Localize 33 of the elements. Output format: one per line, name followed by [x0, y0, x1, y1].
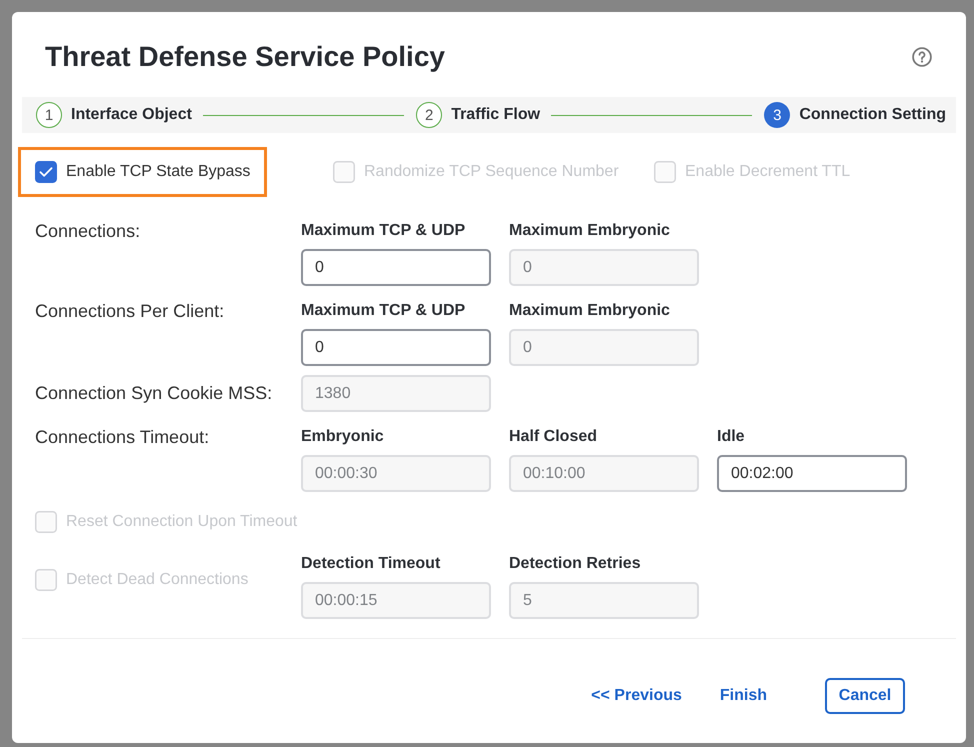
checkbox-label: Reset Connection Upon Timeout — [66, 513, 298, 531]
row-label: Connections: — [35, 221, 142, 241]
field-label: Detection Retries — [509, 554, 642, 574]
text-field[interactable]: 0 — [301, 329, 491, 366]
text-field[interactable]: 00:02:00 — [717, 455, 907, 492]
field-label: Embryonic — [301, 427, 385, 447]
step-label: Interface Object — [71, 106, 192, 124]
row-label: Connections Per Client: — [35, 301, 226, 321]
checkbox-label: Randomize TCP Sequence Number — [364, 163, 619, 181]
help-icon[interactable] — [912, 47, 932, 67]
dialog-title: Threat Defense Service Policy — [45, 41, 445, 73]
field-label: Maximum Embryonic — [509, 301, 671, 321]
finish-link[interactable]: Finish — [720, 687, 767, 705]
step-label: Connection Setting — [799, 106, 946, 124]
checkbox[interactable] — [35, 161, 57, 183]
field-label: Maximum TCP & UDP — [301, 301, 466, 321]
field-label: Maximum TCP & UDP — [301, 221, 466, 241]
step-label: Traffic Flow — [451, 106, 540, 124]
field-label: Maximum Embryonic — [509, 221, 671, 241]
field-label: Detection Timeout — [301, 554, 442, 574]
checkbox-label: Detect Dead Connections — [66, 571, 248, 589]
checkbox-label: Enable TCP State Bypass — [66, 163, 250, 181]
text-field[interactable]: 0 — [301, 249, 491, 286]
field-label: Half Closed — [509, 427, 598, 447]
step-number: 3 — [764, 102, 790, 128]
row-label: Connections Timeout: — [35, 427, 210, 447]
row-label: Connection Syn Cookie MSS: — [35, 382, 274, 405]
step-number: 1 — [36, 102, 62, 128]
cancel-button[interactable]: Cancel — [825, 678, 905, 714]
checkbox-label: Enable Decrement TTL — [685, 163, 850, 181]
previous-link[interactable]: << Previous — [591, 687, 682, 705]
step-number: 2 — [416, 102, 442, 128]
field-label: Idle — [717, 427, 746, 447]
